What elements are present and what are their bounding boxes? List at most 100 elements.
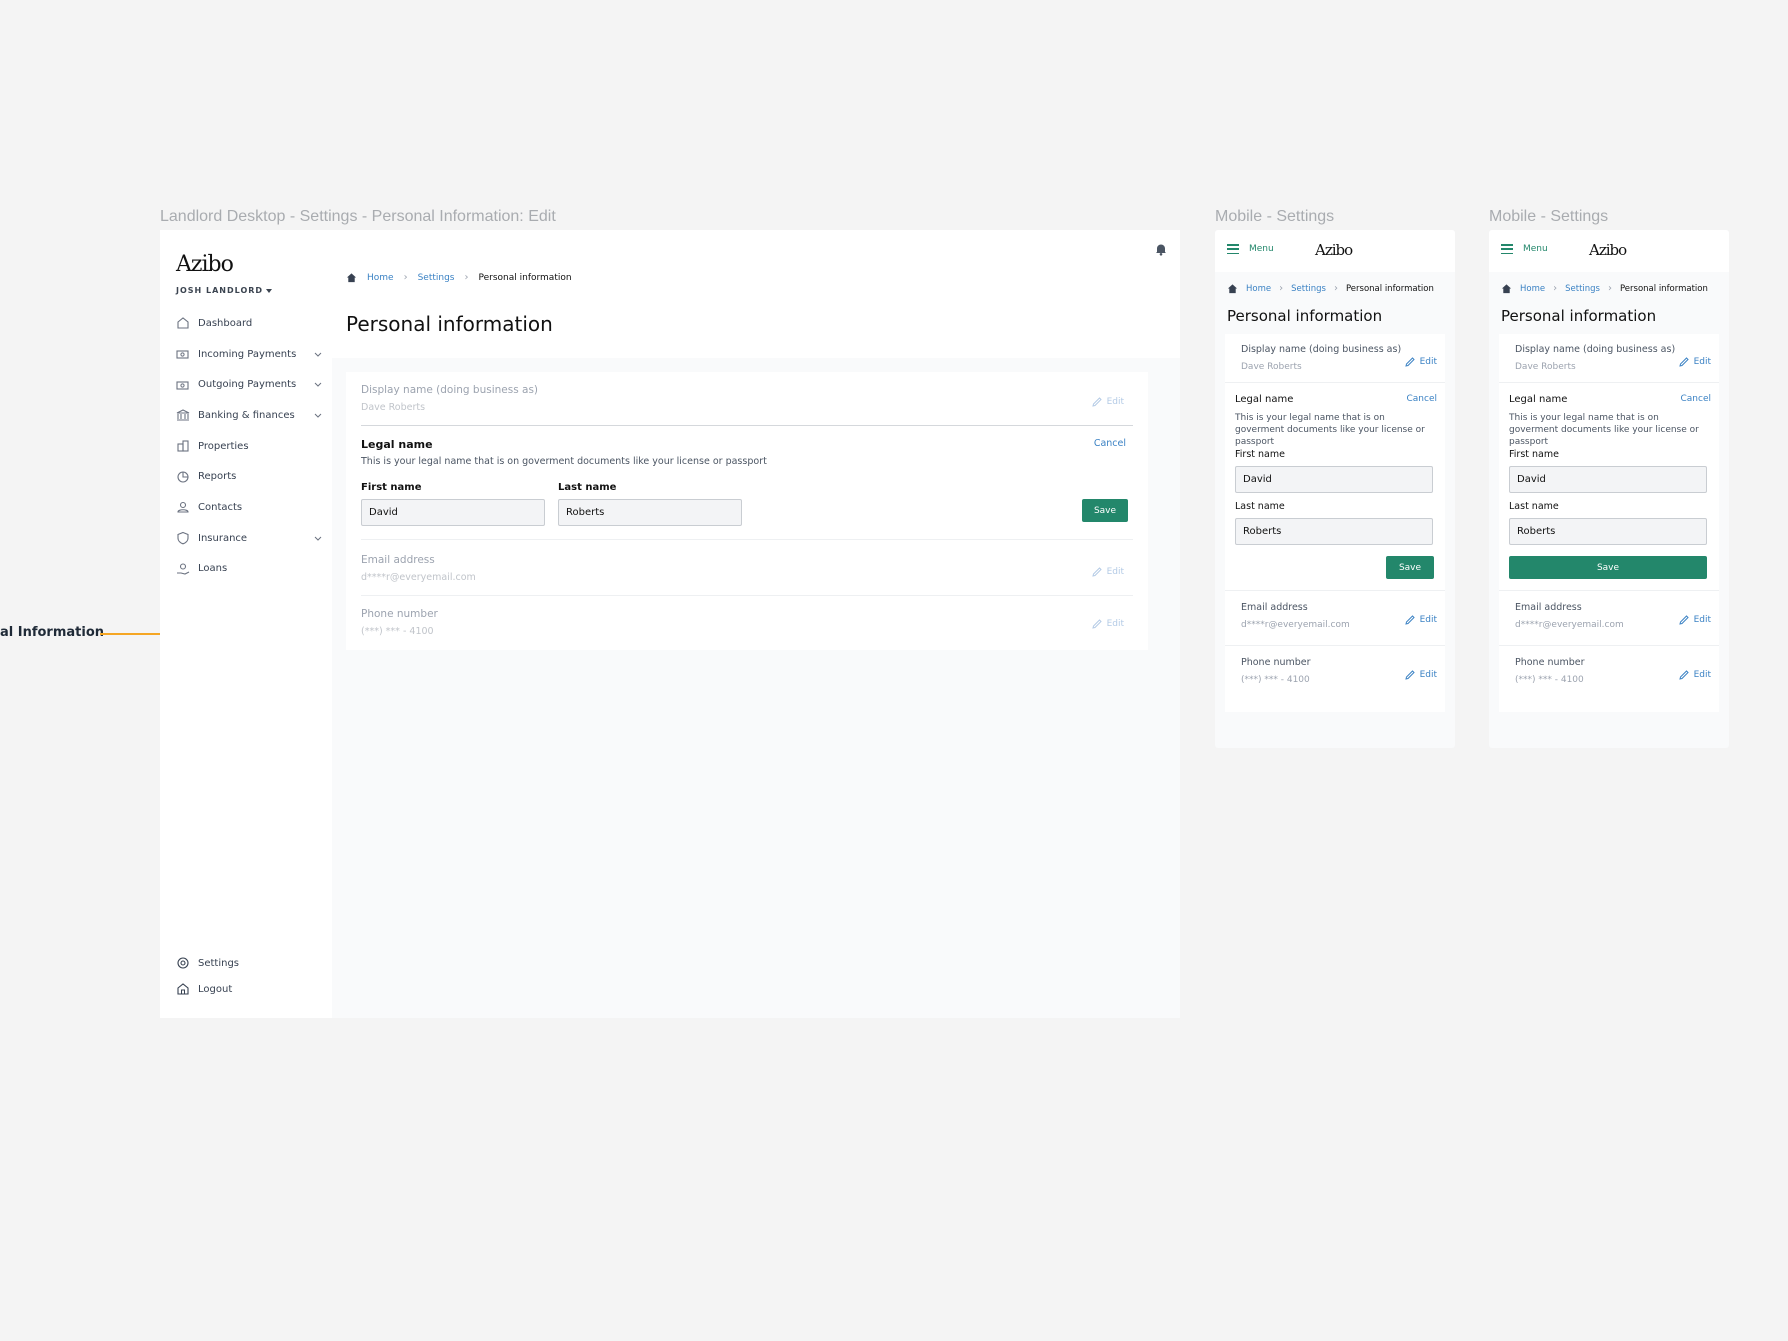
pencil-icon (1404, 670, 1415, 680)
cancel-button[interactable]: Cancel (1407, 394, 1438, 404)
breadcrumb-current: Personal information (1345, 283, 1434, 294)
divider (1499, 590, 1719, 591)
home-outline-icon (177, 317, 189, 329)
sidebar-item-label: Settings (198, 957, 240, 969)
legal-name-description: This is your legal name that is on gover… (361, 456, 767, 467)
sidebar-item-outgoing-payments[interactable]: Outgoing Payments (176, 369, 322, 400)
chevron-right-icon: › (1607, 283, 1612, 294)
sidebar-item-banking[interactable]: Banking & finances (176, 400, 322, 431)
sidebar-item-reports[interactable]: Reports (176, 461, 322, 492)
edit-label: Edit (1693, 357, 1711, 367)
sidebar-nav: Dashboard Incoming Payments Outgoing Pay… (176, 308, 322, 584)
app-logo[interactable]: Azibo (1589, 241, 1627, 259)
sidebar-item-loans[interactable]: Loans (176, 554, 322, 585)
display-name-edit-button[interactable]: Edit (1404, 356, 1437, 368)
sidebar-item-label: Insurance (198, 532, 248, 544)
sidebar-item-logout[interactable]: Logout (176, 976, 322, 1002)
phone-label: Phone number (361, 608, 438, 620)
sidebar-item-dashboard[interactable]: Dashboard (176, 308, 322, 339)
mobile2-frame-label: Mobile - Settings (1489, 208, 1609, 225)
first-name-input[interactable]: David (1235, 466, 1433, 493)
chevron-right-icon: › (403, 272, 408, 283)
breadcrumb-home[interactable]: Home (367, 273, 394, 283)
first-name-label: First name (361, 482, 422, 493)
divider (361, 595, 1133, 596)
edit-label: Edit (1693, 670, 1711, 680)
user-name: JOSH LANDLORD (176, 286, 264, 295)
sidebar-item-properties[interactable]: Properties (176, 431, 322, 462)
breadcrumb-home[interactable]: Home (1520, 284, 1545, 294)
annotation-label: al Information (0, 625, 105, 640)
personal-info-card: Display name (doing business as) Dave Ro… (1225, 334, 1445, 712)
cancel-button[interactable]: Cancel (1094, 438, 1126, 449)
menu-label: Menu (1523, 244, 1548, 254)
mobile1-frame-label: Mobile - Settings (1215, 208, 1335, 225)
save-button[interactable]: Save (1386, 556, 1434, 579)
email-edit-button[interactable]: Edit (1091, 566, 1124, 578)
pencil-icon (1091, 619, 1102, 629)
home-icon[interactable] (1227, 283, 1238, 294)
first-name-label: First name (1509, 449, 1559, 460)
email-edit-button[interactable]: Edit (1404, 614, 1437, 626)
breadcrumb: Home › Settings › Personal information (346, 272, 572, 283)
sidebar-item-incoming-payments[interactable]: Incoming Payments (176, 339, 322, 370)
last-name-input[interactable]: Roberts (1509, 518, 1707, 545)
page-header: Home › Settings › Personal information P… (332, 230, 1180, 358)
breadcrumb-settings[interactable]: Settings (418, 273, 455, 283)
shield-icon (177, 532, 189, 545)
legal-name-label: Legal name (1509, 394, 1568, 405)
divider (1499, 382, 1719, 383)
home-icon[interactable] (346, 272, 357, 283)
sidebar-bottom-nav: Settings Logout (176, 950, 322, 1002)
user-menu[interactable]: JOSH LANDLORD (176, 286, 273, 295)
first-name-input[interactable]: David (1509, 466, 1707, 493)
sidebar-item-label: Incoming Payments (198, 348, 297, 360)
sidebar-item-label: Reports (198, 471, 237, 483)
breadcrumb-current: Personal information (478, 272, 572, 283)
email-value: d****r@everyemail.com (361, 572, 476, 583)
edit-label: Edit (1106, 397, 1124, 407)
legal-name-label: Legal name (1235, 394, 1294, 405)
app-logo[interactable]: Azibo (1315, 241, 1353, 259)
email-edit-button[interactable]: Edit (1678, 614, 1711, 626)
first-name-label: First name (1235, 449, 1285, 460)
first-name-input[interactable]: David (361, 499, 545, 526)
home-icon[interactable] (1501, 283, 1512, 294)
save-button[interactable]: Save (1509, 556, 1707, 579)
display-name-edit-button[interactable]: Edit (1091, 396, 1124, 408)
app-logo[interactable]: Azibo (176, 252, 234, 277)
last-name-input[interactable]: Roberts (558, 499, 742, 526)
breadcrumb-home[interactable]: Home (1246, 284, 1271, 294)
phone-value: (***) *** - 4100 (1241, 675, 1310, 685)
phone-edit-button[interactable]: Edit (1404, 669, 1437, 681)
display-name-label: Display name (doing business as) (1515, 344, 1676, 355)
breadcrumb-settings[interactable]: Settings (1291, 284, 1326, 294)
last-name-input[interactable]: Roberts (1235, 518, 1433, 545)
sidebar-item-insurance[interactable]: Insurance (176, 523, 322, 554)
menu-button[interactable]: Menu (1501, 244, 1548, 254)
sidebar-item-label: Logout (198, 983, 233, 995)
chevron-right-icon: › (1333, 283, 1338, 294)
display-name-value: Dave Roberts (1515, 362, 1576, 372)
caret-down-icon (266, 288, 273, 293)
divider (1225, 590, 1445, 591)
legal-name-label: Legal name (361, 438, 433, 451)
sidebar-item-label: Contacts (198, 501, 243, 513)
phone-edit-button[interactable]: Edit (1678, 669, 1711, 681)
display-name-edit-button[interactable]: Edit (1678, 356, 1711, 368)
sidebar-item-settings[interactable]: Settings (176, 950, 322, 976)
bell-icon[interactable] (1154, 242, 1168, 256)
phone-edit-button[interactable]: Edit (1091, 618, 1124, 630)
chevron-down-icon (314, 383, 322, 388)
menu-button[interactable]: Menu (1227, 244, 1274, 254)
last-name-label: Last name (558, 482, 617, 493)
pencil-icon (1678, 670, 1689, 680)
breadcrumb-settings[interactable]: Settings (1565, 284, 1600, 294)
cancel-button[interactable]: Cancel (1681, 394, 1712, 404)
cash-icon (176, 350, 189, 359)
logout-icon (177, 983, 189, 995)
sidebar-item-contacts[interactable]: Contacts (176, 492, 322, 523)
email-value: d****r@everyemail.com (1241, 620, 1350, 630)
legal-name-description: This is your legal name that is on gover… (1235, 413, 1425, 447)
save-button[interactable]: Save (1082, 499, 1128, 522)
